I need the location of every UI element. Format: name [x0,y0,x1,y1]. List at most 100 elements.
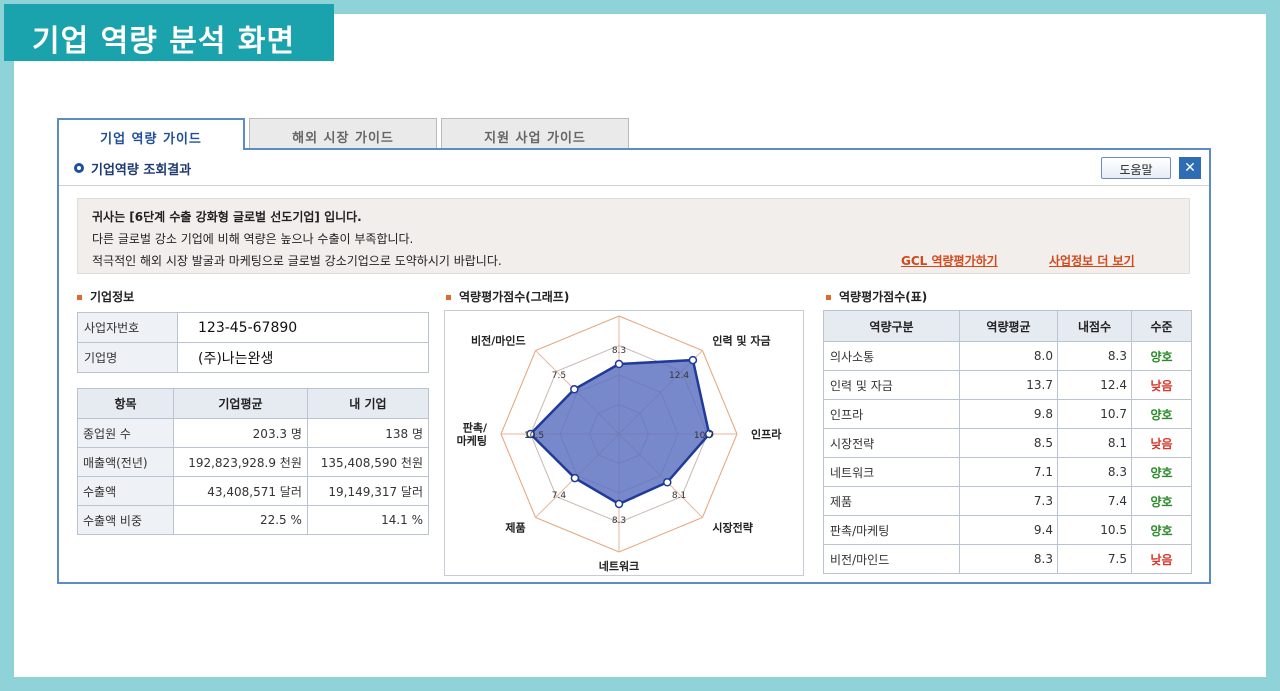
score-name: 의사소통 [823,341,960,371]
radar-value-label: 10.7 [694,431,714,441]
score-name: 네트워크 [823,457,960,487]
radar-axis-label: 마케팅 [457,434,487,448]
score-mine: 7.4 [1057,486,1132,516]
radar-data-point [570,385,579,394]
page-title: 기업 역량 분석 화면 [4,4,334,61]
radar-value-label: 8.1 [672,491,686,501]
score-name: 제품 [823,486,960,516]
radar-data-point [614,359,624,369]
radar-value-label: 12.4 [669,371,689,381]
table-row: 수출액 비중 22.5 % 14.1 % [77,505,430,535]
score-level: 양호 [1131,457,1192,487]
table-row: 종업원 수 203.3 명 138 명 [77,418,430,448]
result-panel: 기업역량 조회결과 도움말 ✕ 귀사는 [6단계 수출 강화형 글로벌 선도기업… [57,148,1211,584]
column-header: 항목 [77,388,174,419]
row-mine: 19,149,317 달러 [306,476,430,506]
score-average: 7.1 [959,457,1058,487]
row-average: 203.3 명 [173,418,308,448]
gcl-evaluation-link[interactable]: GCL 역량평가하기 [901,252,998,269]
info-key: 기업명 [77,342,178,373]
radar-axis-label: 판촉/ [463,421,488,435]
score-level: 양호 [1131,341,1192,371]
score-name: 판촉/마케팅 [823,515,960,545]
tab-overseas-market[interactable]: 해외 시장 가이드 [249,118,437,149]
panel-header: 기업역량 조회결과 도움말 ✕ [59,150,1209,186]
table-row: 비전/마인드 8.3 7.5 낮음 [823,544,1192,574]
column-header: 내 기업 [306,388,430,419]
score-mine: 12.4 [1057,370,1132,400]
radar-value-label: 8.3 [612,516,626,526]
score-mine: 8.3 [1057,457,1132,487]
business-info-link[interactable]: 사업정보 더 보기 [1049,252,1135,269]
score-mine: 8.3 [1057,341,1132,371]
close-icon[interactable]: ✕ [1179,157,1201,179]
radar-axis-label: 비전/마인드 [471,334,526,348]
radar-value-label: 7.5 [552,371,566,381]
score-mine: 10.5 [1057,515,1132,545]
table-row: 사업자번호 123-45-67890 [77,312,429,343]
row-mine: 138 명 [306,418,430,448]
score-average: 9.4 [959,515,1058,545]
score-table-title: 역량평가점수(표) [826,288,927,305]
row-average: 192,823,928.9 천원 [173,447,308,477]
row-item: 종업원 수 [77,418,174,448]
radar-data-point [688,355,698,365]
score-mine: 10.7 [1057,399,1132,429]
row-mine: 135,408,590 천원 [306,447,430,477]
info-value: (주)나는완생 [177,342,429,373]
radar-value-label: 7.4 [552,491,567,501]
score-average: 8.5 [959,428,1058,458]
radar-axis-label: 네트워크 [599,559,639,573]
notice-line-1: 귀사는 [6단계 수출 강화형 글로벌 선도기업] 입니다. [92,210,362,224]
column-header: 역량평균 [959,310,1058,342]
notice-line-2: 다른 글로벌 강소 기업에 비해 역량은 높으나 수출이 부족합니다. [92,232,414,246]
table-row: 인프라 9.8 10.7 양호 [823,399,1192,429]
table-row: 매출액(전년) 192,823,928.9 천원 135,408,590 천원 [77,447,430,477]
score-table: 역량구분 역량평균 내점수 수준 의사소통 8.0 8.3 양호 인력 및 자금 13.7… [823,310,1192,574]
column-header: 수준 [1131,310,1192,342]
table-header-row: 항목 기업평균 내 기업 [77,388,430,419]
comparison-table: 항목 기업평균 내 기업 종업원 수 203.3 명 138 명 매출액(전년)… [77,388,430,535]
column-header: 내점수 [1057,310,1132,342]
column-header: 기업평균 [173,388,308,419]
score-average: 13.7 [959,370,1058,400]
score-mine: 8.1 [1057,428,1132,458]
help-button[interactable]: 도움말 [1101,157,1171,179]
notice-line-3: 적극적인 해외 시장 발굴과 마케팅으로 글로벌 강소기업으로 도약하시기 바랍… [92,254,502,268]
tab-company-capability[interactable]: 기업 역량 가이드 [57,118,245,150]
radar-axis-label: 인프라 [751,427,782,441]
score-level: 양호 [1131,515,1192,545]
row-mine: 14.1 % [306,505,430,535]
info-value: 123-45-67890 [177,312,429,343]
radar-axis-label: 시장전략 [712,520,752,534]
score-average: 8.0 [959,341,1058,371]
radar-chart-svg: 8.312.410.78.18.37.410.57.5의사소통인력 및 자금인프… [457,315,782,573]
radar-data-point [663,478,672,487]
table-row: 인력 및 자금 13.7 12.4 낮음 [823,370,1192,400]
radar-value-label: 8.3 [612,346,626,356]
row-item: 매출액(전년) [77,447,174,477]
info-key: 사업자번호 [77,312,178,343]
score-name: 인력 및 자금 [823,370,960,400]
row-item: 수출액 [77,476,174,506]
score-name: 시장전략 [823,428,960,458]
table-row: 판촉/마케팅 9.4 10.5 양호 [823,515,1192,545]
radar-axis-label: 제품 [505,520,525,534]
row-average: 22.5 % [173,505,308,535]
score-average: 9.8 [959,399,1058,429]
circle-bullet-icon [74,163,84,173]
row-item: 수출액 비중 [77,505,174,535]
radar-data-area [528,358,711,506]
panel-title: 기업역량 조회결과 [91,163,192,178]
radar-value-label: 10.5 [524,431,544,441]
table-row: 제품 7.3 7.4 양호 [823,486,1192,516]
score-name: 인프라 [823,399,960,429]
table-row: 기업명 (주)나는완생 [77,342,429,373]
table-row: 시장전략 8.5 8.1 낮음 [823,428,1192,458]
notice-box: 귀사는 [6단계 수출 강화형 글로벌 선도기업] 입니다. 다른 글로벌 강소… [77,198,1190,274]
chart-section-title: 역량평가점수(그래프) [446,288,569,305]
score-average: 8.3 [959,544,1058,574]
tab-support-program[interactable]: 지원 사업 가이드 [441,118,629,149]
row-average: 43,408,571 달러 [173,476,308,506]
table-row: 수출액 43,408,571 달러 19,149,317 달러 [77,476,430,506]
